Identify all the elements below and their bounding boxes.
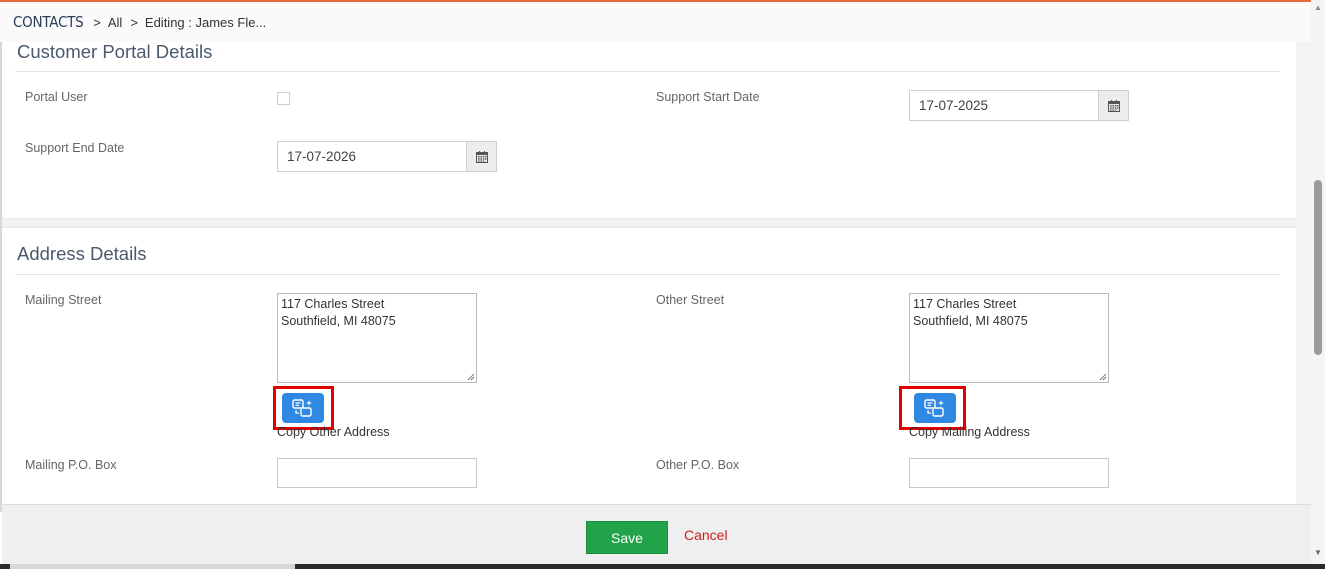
breadcrumb-current: Editing : James Fle... <box>144 14 267 30</box>
mailing-pobox-input[interactable] <box>277 458 477 488</box>
save-button[interactable]: Save <box>586 521 668 554</box>
support-start-calendar-button[interactable] <box>1098 91 1128 120</box>
module-name-link[interactable]: CONTACTS <box>13 13 84 31</box>
section-rule <box>15 274 1280 275</box>
highlight-box <box>273 386 334 430</box>
support-end-date-field: 17-07-2026 <box>277 141 497 172</box>
breadcrumb-all-link[interactable]: All <box>108 15 122 30</box>
section-divider <box>2 218 1296 228</box>
resize-grip-icon[interactable] <box>1099 373 1107 381</box>
other-street-textarea[interactable]: 117 Charles Street Southfield, MI 48075 <box>909 293 1109 383</box>
scroll-down-arrow-icon[interactable]: ▼ <box>1314 548 1322 557</box>
address-section-title: Address Details <box>17 243 147 264</box>
breadcrumb-separator: > <box>130 14 138 30</box>
mailing-street-label: Mailing Street <box>25 293 102 307</box>
mailing-street-textarea[interactable]: 117 Charles Street Southfield, MI 48075 <box>277 293 477 383</box>
calendar-icon <box>1107 99 1120 112</box>
support-end-calendar-button[interactable] <box>466 142 496 171</box>
form-footer: Save Cancel <box>2 504 1311 564</box>
copy-mailing-address-label[interactable]: Copy Mailing Address <box>909 425 1030 439</box>
support-start-label: Support Start Date <box>656 90 760 104</box>
calendar-icon <box>475 150 488 163</box>
portal-user-label: Portal User <box>25 90 88 104</box>
breadcrumb-separator: > <box>93 14 101 30</box>
copy-other-address-label[interactable]: Copy Other Address <box>277 425 390 439</box>
other-street-line: 117 Charles Street <box>913 297 1017 311</box>
support-start-date-input[interactable]: 17-07-2025 <box>910 91 1098 120</box>
other-pobox-input[interactable] <box>909 458 1109 488</box>
cancel-link[interactable]: Cancel <box>684 527 728 543</box>
other-street-line: Southfield, MI 48075 <box>913 314 1028 328</box>
other-street-label: Other Street <box>656 293 725 307</box>
vertical-scrollbar[interactable]: ▲ ▼ <box>1311 0 1325 564</box>
section-rule <box>15 71 1280 72</box>
resize-grip-icon[interactable] <box>467 373 475 381</box>
mailing-pobox-label: Mailing P.O. Box <box>25 458 117 472</box>
mailing-street-line: Southfield, MI 48075 <box>281 314 396 328</box>
scrollbar-thumb[interactable] <box>1314 180 1322 355</box>
support-end-label: Support End Date <box>25 141 125 155</box>
portal-section-title: Customer Portal Details <box>17 41 213 62</box>
other-pobox-label: Other P.O. Box <box>656 458 740 472</box>
support-start-date-field: 17-07-2025 <box>909 90 1129 121</box>
scroll-up-arrow-icon[interactable]: ▲ <box>1314 3 1322 12</box>
breadcrumb: CONTACTS > All > Editing : James Fle... <box>0 0 1311 42</box>
portal-user-checkbox[interactable] <box>277 92 290 105</box>
highlight-box <box>899 386 966 430</box>
mailing-street-line: 117 Charles Street <box>281 297 385 311</box>
taskbar-segment <box>10 564 295 569</box>
support-end-date-input[interactable]: 17-07-2026 <box>278 142 466 171</box>
right-gutter <box>1296 42 1311 504</box>
taskbar-strip <box>0 564 1325 569</box>
